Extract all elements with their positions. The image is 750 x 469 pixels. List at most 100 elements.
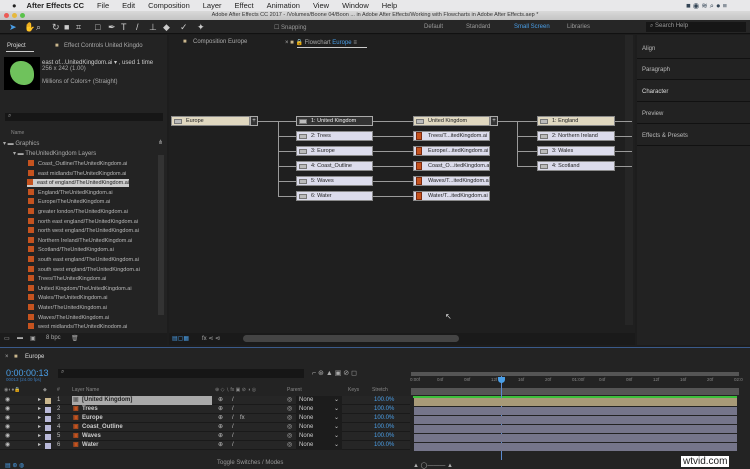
pick-whip-icon[interactable]: ◎ bbox=[287, 423, 292, 432]
label-color[interactable] bbox=[45, 425, 51, 431]
menu-composition[interactable]: Composition bbox=[148, 1, 190, 10]
layer-duration-bar[interactable] bbox=[414, 425, 737, 433]
project-item[interactable]: Waves/TheUnitedKingdom.ai bbox=[28, 313, 109, 322]
expand-button[interactable]: + bbox=[250, 116, 258, 126]
panel-effects-presets[interactable]: Effects & Presets bbox=[642, 133, 688, 139]
project-item[interactable]: north west england/TheUnitedKingdom.ai bbox=[28, 227, 139, 235]
folder-uk-layers[interactable]: ▾ ▬ TheUnitedKingdom Layers bbox=[13, 150, 96, 157]
layer-name[interactable]: ▣ Trees bbox=[72, 405, 212, 414]
layer-duration-bar[interactable] bbox=[414, 443, 737, 451]
menu-file[interactable]: File bbox=[97, 1, 109, 10]
pick-whip-icon[interactable]: ◎ bbox=[287, 414, 292, 423]
flowchart-node-sublayer[interactable]: 2: Northern Ireland bbox=[537, 131, 615, 141]
bit-depth-button[interactable]: 8 bpc bbox=[46, 335, 61, 341]
zoom-slider[interactable]: ▲ ◯——— ▲ bbox=[413, 462, 453, 469]
expand-arrow-icon[interactable]: ▸ bbox=[38, 441, 41, 450]
timeline-layer-row[interactable]: ◉ ▸ 4 ▣ Coast_Outline ⊕ / ◎ None ⌄ 100.0% bbox=[0, 423, 410, 432]
flowchart-node-layer[interactable]: 1: United Kingdom bbox=[296, 116, 373, 126]
column-name[interactable]: Name bbox=[11, 130, 24, 136]
flowchart-node-source[interactable]: United Kingdom bbox=[413, 116, 490, 126]
header-layer-name[interactable]: Layer Name bbox=[72, 386, 99, 395]
zoom-tool-icon[interactable]: ⌕ bbox=[36, 22, 41, 33]
flowchart-node-source[interactable]: Trees/T...itedKingdom.ai bbox=[413, 131, 490, 141]
stretch-value[interactable]: 100.0% bbox=[374, 414, 394, 423]
expand-arrow-icon[interactable]: ▸ bbox=[38, 405, 41, 414]
pick-whip-icon[interactable]: ◎ bbox=[287, 405, 292, 414]
flowchart-node-layer[interactable]: 4: Coast_Outline bbox=[296, 161, 373, 171]
visibility-icon[interactable]: ◉ bbox=[5, 441, 10, 450]
folder-graphics[interactable]: ▾ ▬ Graphics bbox=[3, 140, 39, 147]
pick-whip-icon[interactable]: ◎ bbox=[287, 396, 292, 405]
menu-window[interactable]: Window bbox=[342, 1, 369, 10]
menu-effect[interactable]: Effect bbox=[235, 1, 254, 10]
flowchart-node-layer[interactable]: 5: Waves bbox=[296, 176, 373, 186]
quality-switch-icon[interactable]: / bbox=[232, 405, 234, 414]
hand-tool-icon[interactable]: ✋ bbox=[24, 22, 35, 33]
flowchart-node-layer[interactable]: 6: Water bbox=[296, 191, 373, 201]
label-color[interactable] bbox=[45, 416, 51, 422]
project-item[interactable]: greater london/TheUnitedKingdom.ai bbox=[28, 208, 128, 216]
layer-name[interactable]: ▣ Water bbox=[72, 441, 212, 450]
timeline-layer-row[interactable]: ◉ ▸ 6 ▣ Water ⊕ / ◎ None ⌄ 100.0% bbox=[0, 441, 410, 450]
fx-toggle-icon[interactable]: fx ⋖ ⊲ bbox=[202, 335, 220, 342]
quality-switch-icon[interactable]: / bbox=[232, 396, 234, 405]
workspace-default[interactable]: Default bbox=[424, 24, 443, 30]
project-item[interactable]: south west england/TheUnitedKingdom.ai bbox=[28, 265, 140, 274]
expand-arrow-icon[interactable]: ▸ bbox=[38, 396, 41, 405]
flowchart-tab[interactable]: × ■ 🔒 Flowchart Europe ≡ bbox=[285, 39, 357, 46]
timeline-tab[interactable]: Europe bbox=[25, 354, 44, 360]
collapse-switch-icon[interactable]: ⊕ bbox=[218, 441, 223, 450]
project-item[interactable]: north east england/TheUnitedKingdom.ai bbox=[28, 217, 138, 226]
header-keys[interactable]: Keys bbox=[348, 386, 359, 395]
quality-switch-icon[interactable]: / bbox=[232, 432, 234, 441]
quality-switch-icon[interactable]: / bbox=[232, 414, 234, 423]
menu-edit[interactable]: Edit bbox=[122, 1, 135, 10]
project-item[interactable]: Coast_Outline/TheUnitedKingdom.ai bbox=[28, 160, 127, 168]
app-menu[interactable]: After Effects CC bbox=[27, 1, 85, 10]
minimize-window-button[interactable] bbox=[12, 13, 17, 18]
stretch-value[interactable]: 100.0% bbox=[374, 441, 394, 450]
stretch-value[interactable]: 100.0% bbox=[374, 423, 394, 432]
panel-preview[interactable]: Preview bbox=[642, 111, 663, 117]
layer-name[interactable]: ▣ Europe bbox=[72, 414, 212, 423]
quality-switch-icon[interactable]: / bbox=[232, 441, 234, 450]
toggle-switches-modes-button[interactable]: Toggle Switches / Modes bbox=[217, 460, 283, 466]
stretch-value[interactable]: 100.0% bbox=[374, 396, 394, 405]
parent-dropdown[interactable]: None ⌄ bbox=[296, 396, 342, 405]
flowchart-node-sublayer[interactable]: 4: Scotland bbox=[537, 161, 615, 171]
menu-view[interactable]: View bbox=[313, 1, 329, 10]
camera-tool-icon[interactable]: ■ bbox=[64, 22, 69, 32]
layer-duration-bar[interactable] bbox=[414, 434, 737, 442]
stretch-value[interactable]: 100.0% bbox=[374, 405, 394, 414]
timeline-nav-bar[interactable] bbox=[411, 388, 739, 395]
vertical-scrollbar[interactable] bbox=[625, 35, 633, 325]
visibility-icon[interactable]: ◉ bbox=[5, 405, 10, 414]
visibility-icon[interactable]: ◉ bbox=[5, 423, 10, 432]
search-help-input[interactable]: ⌕ Search Help bbox=[646, 22, 746, 32]
parent-dropdown[interactable]: None ⌄ bbox=[296, 414, 342, 423]
tab-effect-controls[interactable]: Effect Controls United Kingdo bbox=[64, 43, 143, 49]
parent-dropdown[interactable]: None ⌄ bbox=[296, 432, 342, 441]
visibility-icon[interactable]: ◉ bbox=[5, 414, 10, 423]
project-item[interactable]: Trees/TheUnitedKingdom.ai bbox=[28, 275, 106, 283]
fx-switch-icon[interactable]: fx bbox=[240, 414, 245, 423]
roto-brush-tool-icon[interactable]: ✓ bbox=[180, 22, 188, 33]
project-item[interactable]: Water/TheUnitedKingdom.ai bbox=[28, 304, 107, 312]
pan-behind-tool-icon[interactable]: ⌗ bbox=[76, 22, 81, 33]
interpret-footage-icon[interactable]: ▭ bbox=[4, 335, 10, 342]
project-item[interactable]: England/TheUnitedKingdom.ai bbox=[28, 188, 113, 197]
puppet-tool-icon[interactable]: ✦ bbox=[197, 22, 205, 33]
panel-paragraph[interactable]: Paragraph bbox=[642, 67, 670, 73]
timeline-layer-row[interactable]: ◉ ▸ 1 ▣ [United Kingdom] ⊕ / ◎ None ⌄ 100.… bbox=[0, 396, 410, 405]
timeline-layer-row[interactable]: ◉ ▸ 5 ▣ Waves ⊕ / ◎ None ⌄ 100.0% bbox=[0, 432, 410, 441]
new-comp-icon[interactable]: ▣ bbox=[30, 335, 36, 342]
layer-name[interactable]: ▣ [United Kingdom] bbox=[72, 396, 212, 405]
project-item[interactable]: United Kingdom/TheUnitedKingdom.ai bbox=[28, 284, 132, 293]
timeline-layer-row[interactable]: ◉ ▸ 3 ▣ Europe ⊕ / fx ◎ None ⌄ 100.0% bbox=[0, 414, 410, 423]
panel-character[interactable]: Character bbox=[642, 89, 668, 95]
layer-name[interactable]: ▣ Waves bbox=[72, 432, 212, 441]
flowchart-node-source[interactable]: Waves/T...itedKingdom.ai bbox=[413, 176, 490, 186]
pick-whip-icon[interactable]: ◎ bbox=[287, 432, 292, 441]
expand-arrow-icon[interactable]: ▸ bbox=[38, 423, 41, 432]
flowchart-node-layer[interactable]: 3: Europe bbox=[296, 146, 373, 156]
